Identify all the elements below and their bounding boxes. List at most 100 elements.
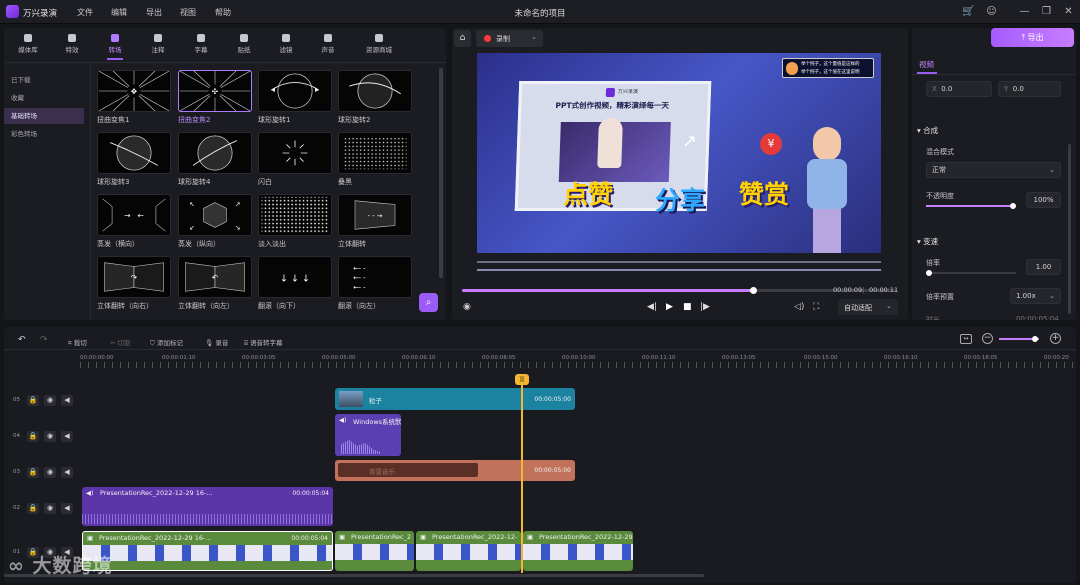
sidebar-item-color-transitions[interactable]: 彩色转场 [4, 126, 84, 142]
lock-icon[interactable]: 🔒 [27, 395, 39, 406]
record-dropdown[interactable]: 录制 ⌄ [476, 30, 543, 47]
home-icon[interactable]: ⌂ [454, 30, 471, 47]
speaker-icon[interactable]: ◀ [61, 467, 73, 478]
speaker-icon[interactable]: ◀ [61, 395, 73, 406]
speech-to-text-button[interactable]: ⌸ 语音转字幕 [244, 337, 282, 348]
opacity-slider[interactable] [926, 203, 1016, 209]
menu-file[interactable]: 文件 [77, 7, 93, 18]
tab-sound[interactable]: 声音 [306, 30, 350, 60]
tab-effects[interactable]: 特效 [50, 30, 94, 60]
video-frame[interactable]: 万兴录演 PPT式创作视频，精彩演绎每一天 点赞 分享 赞赏 ↗ ¥ 举个例子，… [477, 53, 881, 253]
lock-icon[interactable]: 🔒 [27, 467, 39, 478]
user-icon[interactable]: ☺ [985, 5, 998, 18]
opacity-handle[interactable] [1010, 203, 1016, 209]
sidebar-item-downloaded[interactable]: 已下载 [4, 72, 84, 88]
zoom-in-icon[interactable]: + [1050, 333, 1061, 344]
rate-handle[interactable] [926, 270, 932, 276]
add-marker-button[interactable]: ⛉ 添加标记 [150, 337, 183, 348]
minimize-icon[interactable]: — [1018, 5, 1031, 18]
search-icon[interactable]: ⌕ [419, 293, 438, 312]
snapshot-icon[interactable]: ◉ [463, 302, 471, 312]
transition-thumb[interactable]: - - → [338, 194, 412, 236]
volume-icon[interactable]: ◁) [794, 302, 804, 312]
transition-thumb[interactable]: ↶ [178, 256, 252, 298]
tab-filters[interactable]: 滤镜 [264, 30, 308, 60]
transition-thumb[interactable] [338, 132, 412, 174]
transition-thumb[interactable] [97, 132, 171, 174]
tab-annotations[interactable]: 注释 [136, 30, 180, 60]
prev-frame-icon[interactable]: ◀| [647, 302, 657, 312]
clip-video-1[interactable]: ▣ PresentationRec_2022-12-29 16-... 00:0… [82, 531, 333, 571]
transition-thumb[interactable] [258, 132, 332, 174]
zoom-slider[interactable] [999, 336, 1039, 342]
tab-media-library[interactable]: 媒体库 [6, 30, 50, 60]
fit-dropdown[interactable]: 自动适配 ⌄ [838, 299, 898, 315]
undo-icon[interactable]: ↶ [18, 335, 26, 345]
clip-video-2[interactable]: ▣ PresentationRec_2 [335, 531, 414, 571]
tab-store[interactable]: 资源商城 [353, 30, 405, 60]
next-frame-icon[interactable]: |▶ [700, 302, 710, 312]
clip-presentation-audio[interactable]: ◀) PresentationRec_2022-12-29 16-... 00:… [82, 487, 333, 526]
tab-video[interactable]: 视频 [919, 59, 934, 70]
fit-timeline-icon[interactable]: ↔ [960, 334, 972, 344]
tab-captions[interactable]: 字幕 [179, 30, 223, 60]
speaker-icon[interactable]: ◀ [61, 503, 73, 514]
transition-thumb[interactable] [258, 70, 332, 112]
eye-icon[interactable]: ◉ [44, 395, 56, 406]
section-speed[interactable]: ▾ 变速 [917, 236, 938, 247]
clip-particle[interactable]: 粒子 00:00:05:00 [335, 388, 575, 410]
cart-icon[interactable]: 🛒 [962, 5, 975, 18]
transition-thumb[interactable]: ←- - ←- - ←- - [338, 256, 412, 298]
x-field[interactable]: X 0.0 [926, 81, 992, 97]
transition-thumb[interactable] [178, 132, 252, 174]
export-button[interactable]: ⤒ 导出 [991, 28, 1074, 47]
play-icon[interactable]: ▶ [666, 302, 673, 312]
sidebar-item-basic-transitions[interactable]: 基础转场 [4, 108, 84, 124]
transition-thumb[interactable] [338, 70, 412, 112]
clip-system-audio[interactable]: ◀) Windows系统默 [335, 414, 401, 456]
transition-thumb[interactable]: ↓ ↓ ↓ [258, 256, 332, 298]
playback-progress[interactable] [462, 287, 896, 294]
crop-button[interactable]: ⌗ 裁切 [68, 337, 87, 348]
transition-thumb-selected[interactable]: ✣ [178, 70, 252, 112]
lock-icon[interactable]: 🔒 [27, 503, 39, 514]
y-field[interactable]: Y 0.0 [998, 81, 1061, 97]
transition-thumb[interactable] [258, 194, 332, 236]
menu-export[interactable]: 导出 [146, 7, 162, 18]
zoom-out-icon[interactable]: − [982, 333, 993, 344]
rate-preset-select[interactable]: 1.00x ⌄ [1010, 288, 1061, 304]
rate-slider[interactable] [926, 270, 1016, 276]
close-icon[interactable]: ✕ [1062, 5, 1075, 18]
zoom-handle[interactable] [1032, 336, 1038, 342]
split-button[interactable]: ✂ 切割 [110, 337, 131, 347]
eye-icon[interactable]: ◉ [44, 431, 56, 442]
redo-icon[interactable]: ↷ [40, 335, 48, 345]
speaker-icon[interactable]: ◀ [61, 431, 73, 442]
transition-thumb[interactable]: → ← [97, 194, 171, 236]
playhead-handle[interactable]: ⟧⟦ [515, 374, 529, 385]
clip-video-4[interactable]: ▣ PresentationRec_2022-12-29 [523, 531, 633, 571]
tab-stickers[interactable]: 贴纸 [222, 30, 266, 60]
scrollbar[interactable] [439, 68, 443, 278]
clip-bgm[interactable]: 背景音乐 00:00:05:00 [335, 460, 575, 481]
sidebar-item-favorites[interactable]: 收藏 [4, 90, 84, 106]
transition-thumb[interactable]: ↖ ↗ ↙ ↘ [178, 194, 252, 236]
section-composite[interactable]: ▾ 合成 [917, 125, 938, 136]
eye-icon[interactable]: ◉ [44, 503, 56, 514]
fullscreen-icon[interactable]: ⛶ [813, 302, 819, 312]
scrollbar[interactable] [1068, 144, 1071, 314]
menu-edit[interactable]: 编辑 [111, 7, 127, 18]
eye-icon[interactable]: ◉ [44, 467, 56, 478]
opacity-field[interactable]: 100% [1026, 192, 1061, 208]
stop-icon[interactable]: ■ [683, 302, 692, 312]
tab-transitions[interactable]: 转场 [93, 30, 137, 60]
menu-help[interactable]: 帮助 [215, 7, 231, 18]
restore-icon[interactable]: ❐ [1040, 5, 1053, 18]
progress-handle[interactable] [749, 287, 757, 294]
transition-thumb[interactable]: ✥ [97, 70, 171, 112]
lock-icon[interactable]: 🔒 [27, 431, 39, 442]
playhead-line[interactable] [521, 385, 523, 573]
blend-mode-select[interactable]: 正常 ⌄ [926, 162, 1061, 178]
rate-field[interactable]: 1.00 [1026, 259, 1061, 275]
record-audio-button[interactable]: 🎙 录音 [205, 337, 228, 347]
